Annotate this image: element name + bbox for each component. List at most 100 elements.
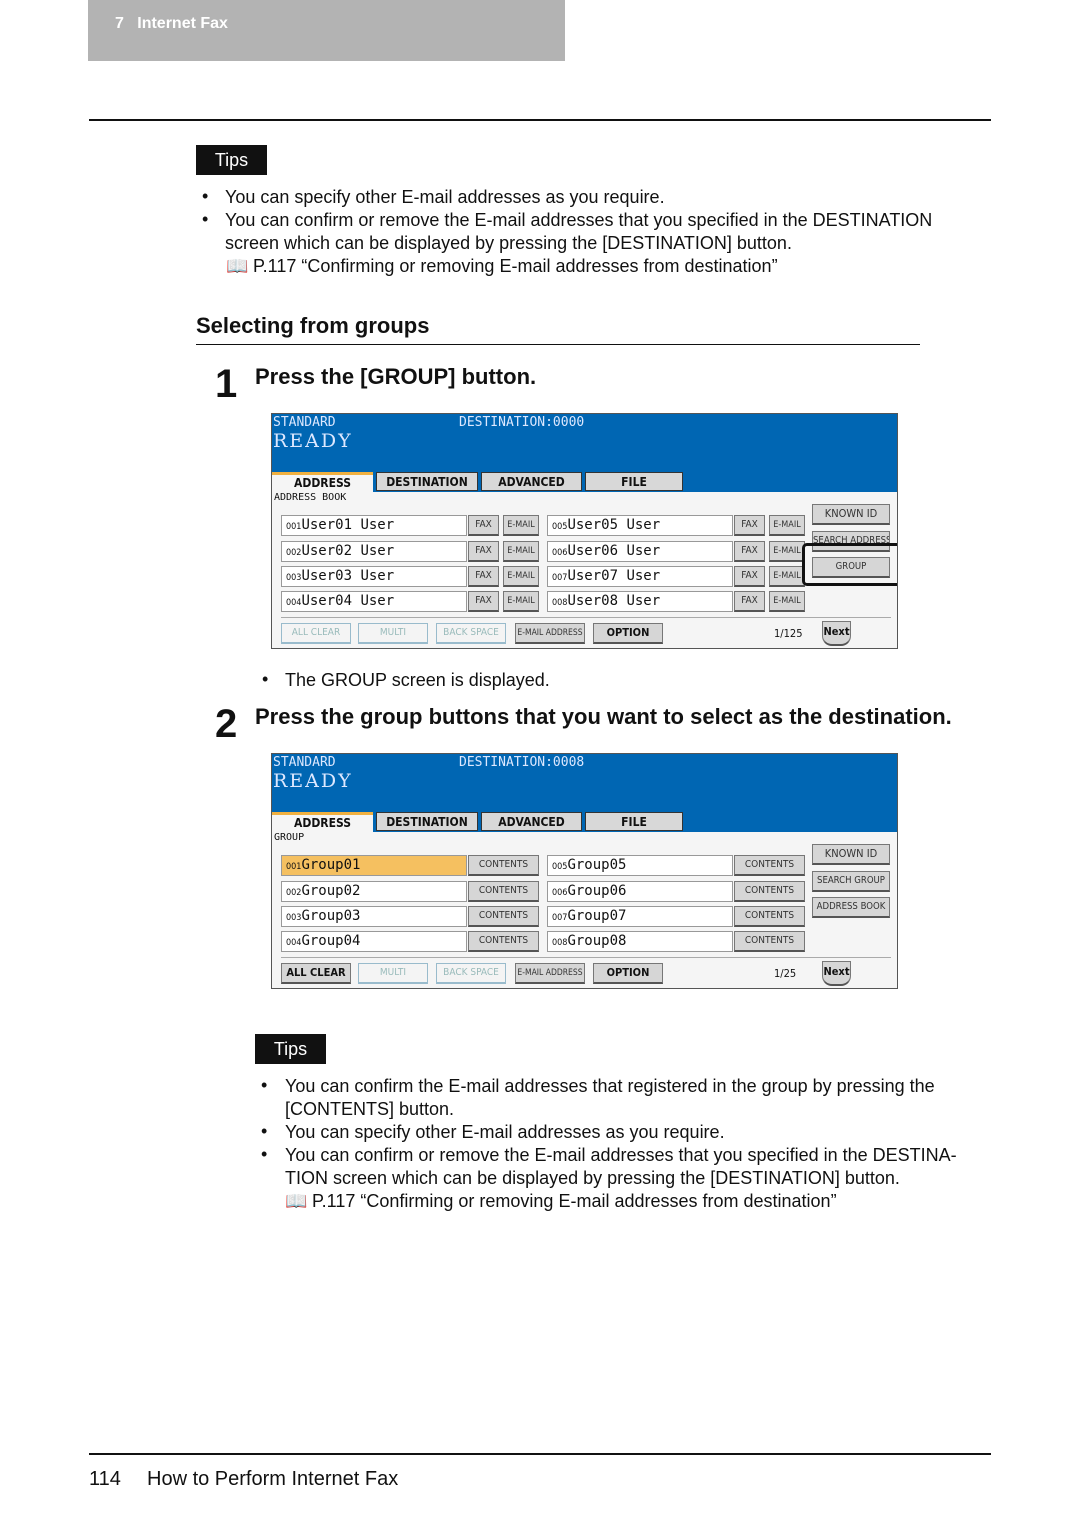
tips-label: Tips xyxy=(255,1034,326,1064)
entry-button[interactable]: 001Group01 xyxy=(281,855,467,876)
divider xyxy=(89,1453,991,1455)
section-title: Selecting from groups xyxy=(196,313,430,338)
contents-button[interactable]: CONTENTS xyxy=(468,881,539,902)
address-book-button[interactable]: ADDRESS BOOK xyxy=(812,897,890,918)
step-title: Press the [GROUP] button. xyxy=(255,364,537,389)
known-id-button[interactable]: KNOWN ID xyxy=(812,844,890,865)
entry-button[interactable]: 007Group07 xyxy=(547,906,733,927)
entry-button[interactable]: 002User02 User xyxy=(281,541,467,562)
next-button[interactable]: Next xyxy=(822,961,851,986)
contents-button[interactable]: CONTENTS xyxy=(734,906,805,927)
option-button[interactable]: OPTION xyxy=(593,963,663,984)
tip-text: screen which can be displayed by pressin… xyxy=(225,233,792,253)
tab-destination[interactable]: DESTINATION xyxy=(376,812,478,831)
tab-file[interactable]: FILE xyxy=(585,812,683,831)
fax-button[interactable]: FAX xyxy=(468,566,499,587)
fax-button[interactable]: FAX xyxy=(734,515,765,536)
entry-number: 006 xyxy=(552,548,568,558)
entry-button[interactable]: 008Group08 xyxy=(547,931,733,952)
tips-label: Tips xyxy=(196,145,267,175)
entry-name: Group08 xyxy=(567,933,627,949)
tab-destination[interactable]: DESTINATION xyxy=(376,472,478,491)
entry-number: 001 xyxy=(286,522,302,532)
contents-button[interactable]: CONTENTS xyxy=(734,855,805,876)
entry-number: 002 xyxy=(286,548,302,558)
fax-button[interactable]: FAX xyxy=(468,515,499,536)
entry-name: User02 User xyxy=(301,543,395,559)
back-space-button[interactable]: BACK SPACE xyxy=(436,963,506,984)
e-mail-address-button[interactable]: E-MAIL ADDRESS xyxy=(515,623,585,644)
group-button[interactable]: GROUP xyxy=(812,557,890,578)
email-button[interactable]: E-MAIL xyxy=(503,541,539,562)
entry-name: User01 User xyxy=(301,517,395,533)
tab-address[interactable]: ADDRESS xyxy=(272,472,373,494)
entry-name: Group04 xyxy=(301,933,361,949)
entry-button[interactable]: 005User05 User xyxy=(547,515,733,536)
email-button[interactable]: E-MAIL xyxy=(769,515,805,536)
all-clear-button[interactable]: ALL CLEAR xyxy=(281,623,351,644)
entry-number: 007 xyxy=(552,913,568,923)
all-clear-button[interactable]: ALL CLEAR xyxy=(281,963,351,984)
email-button[interactable]: E-MAIL xyxy=(769,591,805,612)
sub-label: ADDRESS BOOK xyxy=(274,492,347,503)
contents-button[interactable]: CONTENTS xyxy=(734,931,805,952)
entry-button[interactable]: 007User07 User xyxy=(547,566,733,587)
tab-file[interactable]: FILE xyxy=(585,472,683,491)
entry-button[interactable]: 006User06 User xyxy=(547,541,733,562)
tab-advanced[interactable]: ADVANCED xyxy=(481,812,582,831)
status-label: READY xyxy=(273,770,353,792)
divider xyxy=(281,957,891,958)
search-group-button[interactable]: SEARCH GROUP xyxy=(812,871,890,892)
entry-button[interactable]: 008User08 User xyxy=(547,591,733,612)
tip-text: You can specify other E-mail addresses a… xyxy=(285,1122,725,1142)
book-icon: 📖 xyxy=(285,1191,308,1211)
email-button[interactable]: E-MAIL xyxy=(503,591,539,612)
fax-button[interactable]: FAX xyxy=(734,591,765,612)
reference-link[interactable]: P.117 “Confirming or removing E-mail add… xyxy=(253,255,778,278)
contents-button[interactable]: CONTENTS xyxy=(468,931,539,952)
email-button[interactable]: E-MAIL xyxy=(769,541,805,562)
entry-number: 002 xyxy=(286,888,302,898)
entry-name: Group02 xyxy=(301,883,361,899)
email-button[interactable]: E-MAIL xyxy=(503,515,539,536)
email-button[interactable]: E-MAIL xyxy=(769,566,805,587)
step-title: Press the group buttons that you want to… xyxy=(255,704,952,729)
fax-button[interactable]: FAX xyxy=(734,541,765,562)
entry-button[interactable]: 002Group02 xyxy=(281,881,467,902)
contents-button[interactable]: CONTENTS xyxy=(468,855,539,876)
fax-button[interactable]: FAX xyxy=(468,541,499,562)
back-space-button[interactable]: BACK SPACE xyxy=(436,623,506,644)
divider xyxy=(89,119,991,121)
reference-link[interactable]: P.117 “Confirming or removing E-mail add… xyxy=(312,1190,837,1213)
entry-number: 004 xyxy=(286,598,302,608)
status-label: READY xyxy=(273,430,353,452)
option-button[interactable]: OPTION xyxy=(593,623,663,644)
entry-button[interactable]: 004Group04 xyxy=(281,931,467,952)
e-mail-address-button[interactable]: E-MAIL ADDRESS xyxy=(515,963,585,984)
tip-text: You can confirm the E-mail addresses tha… xyxy=(285,1076,935,1096)
multi-button[interactable]: MULTI xyxy=(358,963,428,984)
contents-button[interactable]: CONTENTS xyxy=(468,906,539,927)
mode-label: STANDARD xyxy=(273,415,336,430)
entry-button[interactable]: 001User01 User xyxy=(281,515,467,536)
known-id-button[interactable]: KNOWN ID xyxy=(812,504,890,525)
tip-text: You can confirm or remove the E-mail add… xyxy=(225,210,933,230)
tab-address[interactable]: ADDRESS xyxy=(272,812,373,834)
next-button[interactable]: Next xyxy=(822,621,851,646)
tab-advanced[interactable]: ADVANCED xyxy=(481,472,582,491)
entry-button[interactable]: 006Group06 xyxy=(547,881,733,902)
fax-button[interactable]: FAX xyxy=(468,591,499,612)
entry-name: User06 User xyxy=(567,543,661,559)
multi-button[interactable]: MULTI xyxy=(358,623,428,644)
entry-button[interactable]: 003User03 User xyxy=(281,566,467,587)
entry-number: 005 xyxy=(552,522,568,532)
sub-label: GROUP xyxy=(274,832,305,843)
contents-button[interactable]: CONTENTS xyxy=(734,881,805,902)
entry-button[interactable]: 004User04 User xyxy=(281,591,467,612)
entry-name: User04 User xyxy=(301,593,395,609)
email-button[interactable]: E-MAIL xyxy=(503,566,539,587)
fax-button[interactable]: FAX xyxy=(734,566,765,587)
bullet: • xyxy=(202,209,209,229)
entry-button[interactable]: 003Group03 xyxy=(281,906,467,927)
entry-button[interactable]: 005Group05 xyxy=(547,855,733,876)
